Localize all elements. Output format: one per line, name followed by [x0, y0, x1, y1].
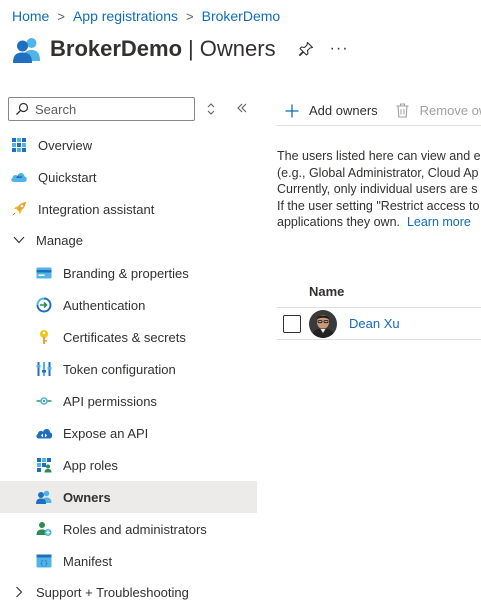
pin-icon[interactable] — [298, 41, 314, 57]
description-line: (e.g., Global Administrator, Cloud Ap — [277, 165, 479, 180]
sidebar-item-manifest[interactable]: {} Manifest — [0, 545, 257, 577]
page-title-app: BrokerDemo — [50, 36, 183, 61]
sidebar-item-label: Roles and administrators — [63, 521, 207, 537]
table-row[interactable]: Dean Xu — [277, 308, 481, 340]
chevron-right-icon — [10, 583, 28, 601]
collapse-sidebar-icon[interactable] — [235, 99, 249, 117]
description-line: Currently, only individual users are s — [277, 182, 478, 196]
sidebar-item-api-permissions[interactable]: API permissions — [0, 385, 257, 417]
sidebar-item-app-roles[interactable]: App roles — [0, 449, 257, 481]
learn-more-link[interactable]: Learn more — [407, 215, 471, 229]
sidebar-group-support-troubleshooting[interactable]: Support + Troubleshooting — [0, 576, 257, 608]
sidebar-group-manage[interactable]: Manage — [0, 224, 257, 256]
owners-table: Name Dean Xu — [277, 276, 481, 340]
add-owners-label: Add owners — [309, 103, 378, 118]
page-title: BrokerDemo | Owners — [50, 36, 276, 62]
search-input[interactable] — [35, 101, 185, 117]
sidebar-item-label: Branding & properties — [63, 265, 189, 281]
sidebar-item-overview[interactable]: Overview — [0, 129, 257, 161]
sidebar-search[interactable] — [8, 97, 195, 121]
key-icon — [35, 328, 53, 346]
add-owners-button[interactable]: Add owners — [283, 102, 378, 120]
command-bar: Add owners Remove ow — [277, 96, 481, 126]
sidebar-item-label: API permissions — [63, 393, 157, 409]
breadcrumb-separator: > — [186, 8, 194, 24]
sidebar-item-roles-administrators[interactable]: Roles and administrators — [0, 513, 257, 545]
sidebar-item-quickstart[interactable]: Quickstart — [0, 161, 257, 193]
token-icon — [35, 360, 53, 378]
quickstart-icon — [10, 168, 28, 186]
breadcrumb-app-registrations[interactable]: App registrations — [73, 8, 178, 24]
svg-text:{}: {} — [40, 560, 48, 568]
cloud-icon — [35, 424, 53, 442]
owner-name-link[interactable]: Dean Xu — [349, 316, 400, 331]
sidebar-item-label: Certificates & secrets — [63, 329, 186, 345]
breadcrumb-brokerdemo[interactable]: BrokerDemo — [202, 8, 281, 24]
sidebar-item-label: Expose an API — [63, 425, 149, 441]
sidebar-item-label: Authentication — [63, 297, 146, 313]
sidebar-item-certificates-secrets[interactable]: Certificates & secrets — [0, 321, 257, 353]
sidebar-group-label: Manage — [36, 232, 83, 248]
sidebar-item-label: Overview — [38, 137, 93, 153]
sidebar-item-integration-assistant[interactable]: Integration assistant — [0, 193, 257, 225]
sidebar-item-expose-api[interactable]: Expose an API — [0, 417, 257, 449]
remove-owners-label: Remove ow — [419, 103, 481, 118]
owners-icon — [12, 34, 42, 64]
sidebar-item-token-configuration[interactable]: Token configuration — [0, 353, 257, 385]
owners-description: The users listed here can view and e (e.… — [277, 148, 481, 231]
sidebar-group-label: Support + Troubleshooting — [36, 584, 189, 600]
chevron-down-icon — [10, 231, 28, 249]
description-line: applications they own. — [277, 215, 400, 229]
expand-collapse-icon[interactable] — [205, 101, 217, 117]
sidebar-item-label: Quickstart — [38, 169, 97, 185]
sidebar-item-owners[interactable]: Owners — [0, 481, 257, 513]
description-line-last: applications they own. Learn more — [277, 214, 481, 231]
trash-icon — [394, 102, 412, 120]
manifest-icon: {} — [35, 552, 53, 570]
overview-icon — [10, 136, 28, 154]
branding-icon — [35, 264, 53, 282]
breadcrumb-separator: > — [57, 8, 65, 24]
search-icon — [16, 102, 29, 115]
sidebar-item-label: Integration assistant — [38, 201, 155, 217]
avatar — [309, 309, 337, 338]
row-checkbox[interactable] — [283, 314, 301, 333]
remove-owners-button[interactable]: Remove ow — [394, 102, 481, 120]
rocket-icon — [10, 200, 28, 218]
breadcrumb: Home > App registrations > BrokerDemo — [12, 8, 280, 24]
roles-admin-icon — [35, 520, 53, 538]
sidebar-item-branding-properties[interactable]: Branding & properties — [0, 257, 257, 289]
description-line: The users listed here can view and e — [277, 149, 481, 163]
sidebar-item-label: App roles — [63, 457, 118, 473]
page-title-section: Owners — [199, 36, 276, 61]
plus-icon — [283, 102, 301, 120]
authentication-icon — [35, 296, 53, 314]
sidebar: Overview Quickstart Integration assistan… — [0, 96, 257, 609]
sidebar-item-label: Token configuration — [63, 361, 176, 377]
api-permissions-icon — [35, 392, 53, 410]
sidebar-item-label: Manifest — [63, 553, 113, 569]
app-roles-icon — [35, 456, 53, 474]
owners-icon — [35, 488, 53, 506]
column-header-name[interactable]: Name — [309, 284, 344, 299]
table-header: Name — [277, 276, 481, 308]
more-options-icon[interactable]: ··· — [330, 40, 349, 58]
description-line: If the user setting "Restrict access to — [277, 198, 480, 213]
page-title-divider: | — [188, 36, 194, 61]
sidebar-item-authentication[interactable]: Authentication — [0, 289, 257, 321]
sidebar-item-label: Owners — [63, 489, 111, 505]
breadcrumb-home[interactable]: Home — [12, 8, 49, 24]
page-header: BrokerDemo | Owners ··· — [12, 34, 349, 64]
